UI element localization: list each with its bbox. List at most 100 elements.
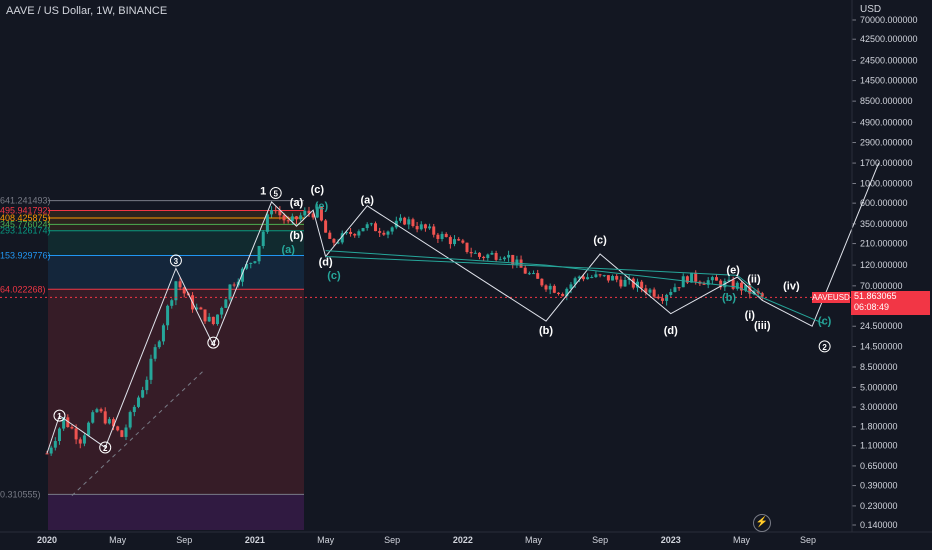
fib-zone-purple <box>48 494 304 530</box>
candle-body <box>286 220 290 222</box>
candle-body <box>95 409 99 413</box>
candle-body <box>132 406 136 413</box>
x-tick-label: Sep <box>800 535 816 545</box>
candle-body <box>598 274 602 276</box>
y-tick-label: 0.650000 <box>860 461 898 471</box>
y-tick-label: 8500.000000 <box>860 96 913 106</box>
candle-body <box>199 307 203 310</box>
candle-body <box>332 238 336 243</box>
y-tick-label: 14.500000 <box>860 341 903 351</box>
candle-body <box>253 261 257 263</box>
wave-label: 2 <box>822 343 827 352</box>
candle-body <box>91 412 95 423</box>
wave-label: (e) <box>315 200 329 212</box>
fib-zone-orange <box>48 210 304 231</box>
candle-body <box>581 276 585 280</box>
candle-body <box>70 427 74 429</box>
y-tick-label: 210.000000 <box>860 239 908 249</box>
wave-label: 4 <box>211 339 216 348</box>
y-tick-label: 2900.000000 <box>860 138 913 148</box>
y-tick-label: 24.500000 <box>860 321 903 331</box>
candle-body <box>103 411 107 424</box>
candle-body <box>469 252 473 254</box>
candle-body <box>665 294 669 301</box>
x-tick-label: May <box>317 535 335 545</box>
candle-body <box>532 273 536 275</box>
candle-body <box>282 215 286 221</box>
candle-body <box>440 233 444 239</box>
y-tick-label: 4900.000000 <box>860 117 913 127</box>
candle-body <box>324 220 328 233</box>
last-price-box: 51.863065 06:08:49 <box>851 291 930 315</box>
candle-body <box>544 285 548 290</box>
candle-body <box>386 231 390 235</box>
candle-body <box>361 228 365 232</box>
wave-label: (b) <box>289 230 303 242</box>
y-tick-label: 1.800000 <box>860 422 898 432</box>
candle-body <box>353 233 357 236</box>
candle-body <box>390 227 394 232</box>
candle-body <box>523 267 527 274</box>
y-tick-label: 24500.000000 <box>860 55 918 65</box>
x-tick-label: Sep <box>384 535 400 545</box>
candle-body <box>136 397 140 407</box>
candle-body <box>619 279 623 287</box>
y-tick-label: 1700.000000 <box>860 158 913 168</box>
y-tick-label: 70.000000 <box>860 281 903 291</box>
symbol-tag: AAVEUSD <box>812 292 850 303</box>
price-chart[interactable]: (641.241493)(495.941792)(408.425875)(345… <box>0 0 932 550</box>
candle-body <box>407 219 411 225</box>
wave-label: (e) <box>726 265 740 277</box>
x-tick-label: Sep <box>176 535 192 545</box>
candle-body <box>382 232 386 235</box>
candle-body <box>295 216 299 220</box>
candle-body <box>648 289 652 293</box>
candle-body <box>207 316 211 322</box>
candle-body <box>178 281 182 288</box>
candle-body <box>290 216 294 221</box>
candle-body <box>120 430 124 437</box>
candle-body <box>78 439 82 444</box>
candle-body <box>694 272 698 282</box>
fib-level-label: (153.929776) <box>0 251 51 261</box>
y-tick-label: 70000.000000 <box>860 15 918 25</box>
wave-label: (ii) <box>747 273 761 285</box>
candle-body <box>49 447 53 454</box>
candle-body <box>527 273 531 275</box>
candle-body <box>157 341 161 348</box>
candle-body <box>349 231 353 234</box>
x-tick-label: May <box>109 535 127 545</box>
x-tick-label: Sep <box>592 535 608 545</box>
candle-body <box>465 242 469 253</box>
wave-label: (b) <box>722 292 736 304</box>
candle-body <box>128 412 132 428</box>
candle-body <box>220 307 224 315</box>
candle-body <box>482 256 486 259</box>
candle-body <box>411 219 415 227</box>
candle-body <box>461 240 465 243</box>
candle-body <box>378 231 382 233</box>
candle-body <box>423 224 427 229</box>
candle-body <box>365 224 369 229</box>
candle-body <box>652 289 656 297</box>
fib-level-label: (293.126174) <box>0 226 51 236</box>
candle-body <box>374 223 378 232</box>
candle-body <box>116 426 120 431</box>
fib-level-label: (641.241493) <box>0 196 51 206</box>
lightning-icon[interactable]: ⚡ <box>753 514 771 532</box>
x-tick-label: 2023 <box>661 535 681 545</box>
candle-body <box>444 233 448 238</box>
candle-body <box>270 210 274 215</box>
wave-label: 2 <box>103 444 108 453</box>
y-tick-label: 0.230000 <box>860 501 898 511</box>
candle-body <box>594 274 598 278</box>
candle-body <box>57 428 61 442</box>
candle-body <box>249 262 253 265</box>
candle-body <box>660 298 664 301</box>
candle-body <box>494 252 498 260</box>
candle-body <box>448 237 452 245</box>
candle-body <box>623 279 627 287</box>
candle-body <box>107 419 111 424</box>
wave-label: (a) <box>281 244 295 256</box>
candle-body <box>669 291 673 295</box>
